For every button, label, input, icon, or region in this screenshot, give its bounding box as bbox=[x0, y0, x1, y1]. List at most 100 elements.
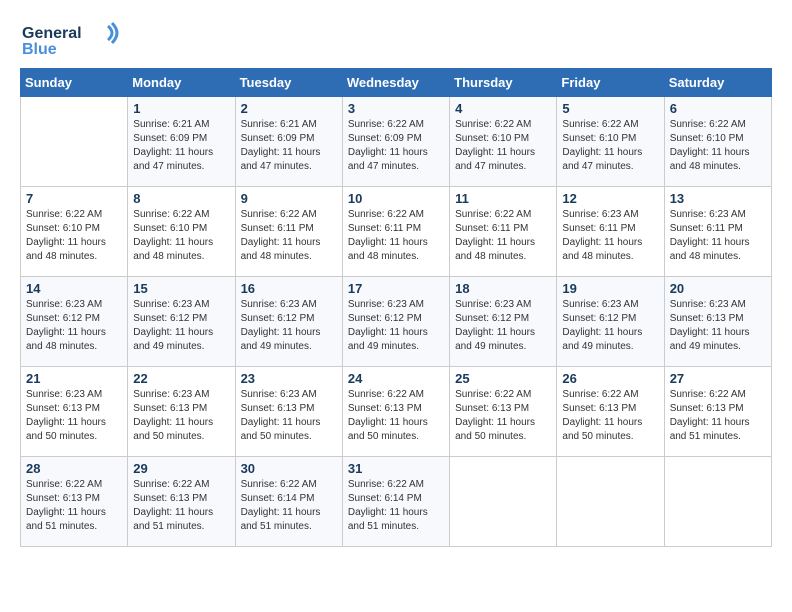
cell-info: Sunrise: 6:22 AMSunset: 6:14 PMDaylight:… bbox=[348, 478, 444, 534]
day-number: 26 bbox=[562, 371, 658, 386]
cell-info: Sunrise: 6:23 AMSunset: 6:13 PMDaylight:… bbox=[26, 388, 122, 444]
day-number: 5 bbox=[562, 101, 658, 116]
calendar-cell bbox=[664, 457, 771, 547]
calendar-cell: 26 Sunrise: 6:22 AMSunset: 6:13 PMDaylig… bbox=[557, 367, 664, 457]
day-number: 31 bbox=[348, 461, 444, 476]
day-number: 22 bbox=[133, 371, 229, 386]
logo: General Blue bbox=[20, 20, 120, 60]
cell-info: Sunrise: 6:22 AMSunset: 6:13 PMDaylight:… bbox=[348, 388, 444, 444]
calendar-cell: 20 Sunrise: 6:23 AMSunset: 6:13 PMDaylig… bbox=[664, 277, 771, 367]
cell-info: Sunrise: 6:22 AMSunset: 6:13 PMDaylight:… bbox=[562, 388, 658, 444]
weekday-header-tuesday: Tuesday bbox=[235, 69, 342, 97]
day-number: 7 bbox=[26, 191, 122, 206]
calendar-cell: 31 Sunrise: 6:22 AMSunset: 6:14 PMDaylig… bbox=[342, 457, 449, 547]
calendar-cell: 5 Sunrise: 6:22 AMSunset: 6:10 PMDayligh… bbox=[557, 97, 664, 187]
calendar-cell: 21 Sunrise: 6:23 AMSunset: 6:13 PMDaylig… bbox=[21, 367, 128, 457]
calendar-cell: 7 Sunrise: 6:22 AMSunset: 6:10 PMDayligh… bbox=[21, 187, 128, 277]
calendar-cell: 30 Sunrise: 6:22 AMSunset: 6:14 PMDaylig… bbox=[235, 457, 342, 547]
day-number: 8 bbox=[133, 191, 229, 206]
day-number: 23 bbox=[241, 371, 337, 386]
calendar-cell: 15 Sunrise: 6:23 AMSunset: 6:12 PMDaylig… bbox=[128, 277, 235, 367]
cell-info: Sunrise: 6:22 AMSunset: 6:10 PMDaylight:… bbox=[670, 118, 766, 174]
day-number: 1 bbox=[133, 101, 229, 116]
calendar-cell: 16 Sunrise: 6:23 AMSunset: 6:12 PMDaylig… bbox=[235, 277, 342, 367]
day-number: 2 bbox=[241, 101, 337, 116]
calendar-cell: 10 Sunrise: 6:22 AMSunset: 6:11 PMDaylig… bbox=[342, 187, 449, 277]
cell-info: Sunrise: 6:23 AMSunset: 6:12 PMDaylight:… bbox=[455, 298, 551, 354]
cell-info: Sunrise: 6:22 AMSunset: 6:10 PMDaylight:… bbox=[133, 208, 229, 264]
calendar-cell: 19 Sunrise: 6:23 AMSunset: 6:12 PMDaylig… bbox=[557, 277, 664, 367]
calendar-cell: 3 Sunrise: 6:22 AMSunset: 6:09 PMDayligh… bbox=[342, 97, 449, 187]
logo-svg: General Blue bbox=[20, 20, 120, 60]
svg-text:Blue: Blue bbox=[22, 41, 57, 58]
page-header: General Blue bbox=[20, 20, 772, 60]
calendar-cell: 25 Sunrise: 6:22 AMSunset: 6:13 PMDaylig… bbox=[450, 367, 557, 457]
cell-info: Sunrise: 6:22 AMSunset: 6:14 PMDaylight:… bbox=[241, 478, 337, 534]
day-number: 11 bbox=[455, 191, 551, 206]
day-number: 24 bbox=[348, 371, 444, 386]
day-number: 10 bbox=[348, 191, 444, 206]
cell-info: Sunrise: 6:22 AMSunset: 6:09 PMDaylight:… bbox=[348, 118, 444, 174]
calendar-cell: 11 Sunrise: 6:22 AMSunset: 6:11 PMDaylig… bbox=[450, 187, 557, 277]
cell-info: Sunrise: 6:23 AMSunset: 6:12 PMDaylight:… bbox=[562, 298, 658, 354]
weekday-header-friday: Friday bbox=[557, 69, 664, 97]
day-number: 30 bbox=[241, 461, 337, 476]
calendar-cell bbox=[557, 457, 664, 547]
cell-info: Sunrise: 6:22 AMSunset: 6:13 PMDaylight:… bbox=[133, 478, 229, 534]
cell-info: Sunrise: 6:23 AMSunset: 6:13 PMDaylight:… bbox=[670, 298, 766, 354]
weekday-header-monday: Monday bbox=[128, 69, 235, 97]
calendar-cell: 1 Sunrise: 6:21 AMSunset: 6:09 PMDayligh… bbox=[128, 97, 235, 187]
cell-info: Sunrise: 6:22 AMSunset: 6:10 PMDaylight:… bbox=[562, 118, 658, 174]
day-number: 3 bbox=[348, 101, 444, 116]
calendar-cell: 12 Sunrise: 6:23 AMSunset: 6:11 PMDaylig… bbox=[557, 187, 664, 277]
day-number: 19 bbox=[562, 281, 658, 296]
day-number: 17 bbox=[348, 281, 444, 296]
day-number: 16 bbox=[241, 281, 337, 296]
cell-info: Sunrise: 6:22 AMSunset: 6:13 PMDaylight:… bbox=[670, 388, 766, 444]
day-number: 29 bbox=[133, 461, 229, 476]
cell-info: Sunrise: 6:22 AMSunset: 6:13 PMDaylight:… bbox=[455, 388, 551, 444]
cell-info: Sunrise: 6:23 AMSunset: 6:12 PMDaylight:… bbox=[26, 298, 122, 354]
calendar-cell: 14 Sunrise: 6:23 AMSunset: 6:12 PMDaylig… bbox=[21, 277, 128, 367]
weekday-header-wednesday: Wednesday bbox=[342, 69, 449, 97]
calendar-cell: 2 Sunrise: 6:21 AMSunset: 6:09 PMDayligh… bbox=[235, 97, 342, 187]
day-number: 15 bbox=[133, 281, 229, 296]
weekday-header-sunday: Sunday bbox=[21, 69, 128, 97]
day-number: 6 bbox=[670, 101, 766, 116]
cell-info: Sunrise: 6:23 AMSunset: 6:12 PMDaylight:… bbox=[133, 298, 229, 354]
day-number: 20 bbox=[670, 281, 766, 296]
day-number: 9 bbox=[241, 191, 337, 206]
calendar-cell: 24 Sunrise: 6:22 AMSunset: 6:13 PMDaylig… bbox=[342, 367, 449, 457]
cell-info: Sunrise: 6:21 AMSunset: 6:09 PMDaylight:… bbox=[133, 118, 229, 174]
cell-info: Sunrise: 6:23 AMSunset: 6:11 PMDaylight:… bbox=[670, 208, 766, 264]
calendar-cell: 4 Sunrise: 6:22 AMSunset: 6:10 PMDayligh… bbox=[450, 97, 557, 187]
calendar-table: SundayMondayTuesdayWednesdayThursdayFrid… bbox=[20, 68, 772, 547]
cell-info: Sunrise: 6:23 AMSunset: 6:12 PMDaylight:… bbox=[241, 298, 337, 354]
calendar-cell: 29 Sunrise: 6:22 AMSunset: 6:13 PMDaylig… bbox=[128, 457, 235, 547]
calendar-cell: 23 Sunrise: 6:23 AMSunset: 6:13 PMDaylig… bbox=[235, 367, 342, 457]
day-number: 28 bbox=[26, 461, 122, 476]
cell-info: Sunrise: 6:23 AMSunset: 6:13 PMDaylight:… bbox=[133, 388, 229, 444]
cell-info: Sunrise: 6:22 AMSunset: 6:11 PMDaylight:… bbox=[241, 208, 337, 264]
day-number: 18 bbox=[455, 281, 551, 296]
calendar-cell: 6 Sunrise: 6:22 AMSunset: 6:10 PMDayligh… bbox=[664, 97, 771, 187]
calendar-cell: 28 Sunrise: 6:22 AMSunset: 6:13 PMDaylig… bbox=[21, 457, 128, 547]
cell-info: Sunrise: 6:23 AMSunset: 6:12 PMDaylight:… bbox=[348, 298, 444, 354]
cell-info: Sunrise: 6:23 AMSunset: 6:11 PMDaylight:… bbox=[562, 208, 658, 264]
weekday-header-thursday: Thursday bbox=[450, 69, 557, 97]
calendar-cell: 17 Sunrise: 6:23 AMSunset: 6:12 PMDaylig… bbox=[342, 277, 449, 367]
calendar-cell: 8 Sunrise: 6:22 AMSunset: 6:10 PMDayligh… bbox=[128, 187, 235, 277]
calendar-cell: 13 Sunrise: 6:23 AMSunset: 6:11 PMDaylig… bbox=[664, 187, 771, 277]
cell-info: Sunrise: 6:23 AMSunset: 6:13 PMDaylight:… bbox=[241, 388, 337, 444]
calendar-cell: 18 Sunrise: 6:23 AMSunset: 6:12 PMDaylig… bbox=[450, 277, 557, 367]
calendar-cell bbox=[21, 97, 128, 187]
cell-info: Sunrise: 6:22 AMSunset: 6:10 PMDaylight:… bbox=[26, 208, 122, 264]
calendar-cell: 22 Sunrise: 6:23 AMSunset: 6:13 PMDaylig… bbox=[128, 367, 235, 457]
cell-info: Sunrise: 6:22 AMSunset: 6:11 PMDaylight:… bbox=[348, 208, 444, 264]
day-number: 13 bbox=[670, 191, 766, 206]
cell-info: Sunrise: 6:22 AMSunset: 6:10 PMDaylight:… bbox=[455, 118, 551, 174]
day-number: 4 bbox=[455, 101, 551, 116]
svg-text:General: General bbox=[22, 25, 82, 42]
cell-info: Sunrise: 6:21 AMSunset: 6:09 PMDaylight:… bbox=[241, 118, 337, 174]
day-number: 12 bbox=[562, 191, 658, 206]
